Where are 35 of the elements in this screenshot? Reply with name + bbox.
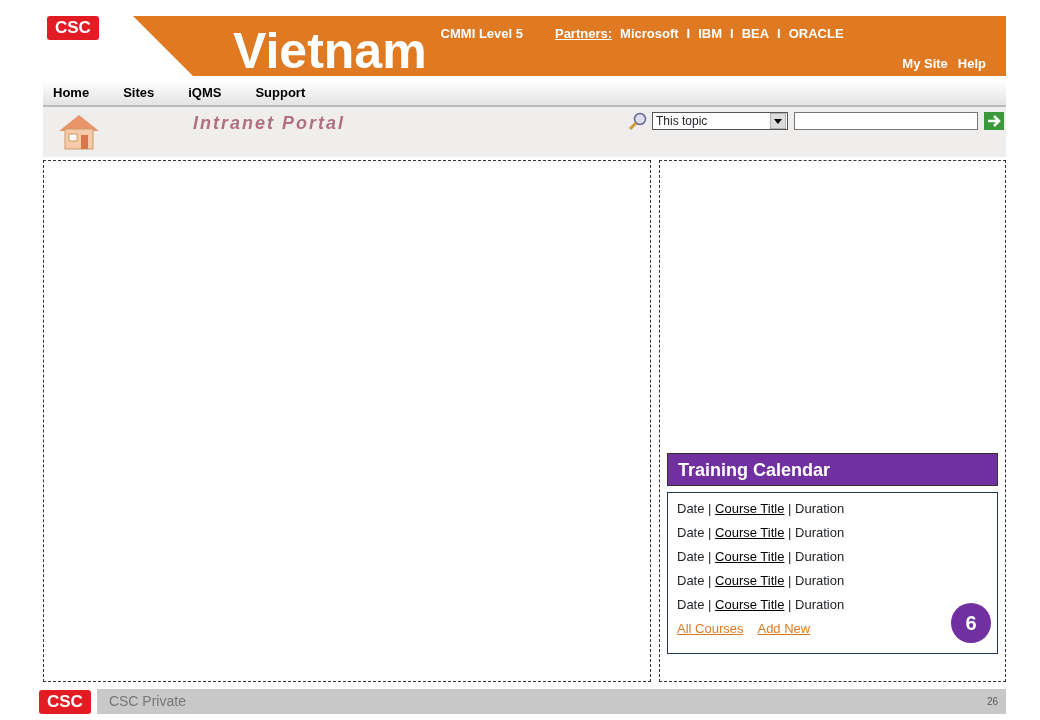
site-title: Vietnam: [233, 26, 427, 76]
go-arrow-icon[interactable]: [984, 112, 1004, 130]
partner-name: BEA: [741, 25, 770, 43]
search-icon[interactable]: [628, 111, 648, 131]
footer-label: CSC Private: [108, 692, 186, 711]
logo: CSC: [47, 16, 99, 40]
partner-name: ORACLE: [788, 25, 844, 43]
calendar-entry: Date | Course Title | Duration: [677, 572, 846, 590]
separator-text: I: [777, 25, 781, 43]
nav-link[interactable]: iQMS: [188, 83, 222, 103]
course-link[interactable]: Course Title: [715, 597, 785, 612]
partners-label: Partners:: [554, 25, 613, 43]
nav-link[interactable]: Home: [53, 83, 90, 103]
course-link[interactable]: Course Title: [715, 549, 785, 564]
partner-name: Microsoft: [620, 25, 679, 43]
caret-icon: [770, 113, 786, 129]
calendar-entry: Date | Course Title | Duration: [677, 548, 846, 566]
separator-text: I: [686, 25, 691, 43]
page-number: 26: [986, 695, 998, 709]
calendar-entry: Date | Course Title | Duration: [677, 524, 846, 542]
partner-name: IBM: [698, 25, 722, 43]
search-field[interactable]: [794, 112, 978, 130]
certification-text: CMMI Level 5: [440, 25, 523, 43]
course-link[interactable]: Course Title: [715, 501, 785, 516]
number-badge: 6: [951, 603, 991, 643]
calendar-title: Training Calendar: [667, 453, 998, 486]
scope-dropdown[interactable]: This topic: [652, 112, 788, 130]
course-link[interactable]: Course Title: [715, 525, 785, 540]
nav-link[interactable]: Support: [255, 83, 306, 103]
footer-logo: CSC: [39, 689, 91, 714]
calendar-entry: Date | Course Title | Duration: [677, 500, 846, 518]
course-link[interactable]: Course Title: [715, 573, 785, 588]
separator-text: I: [730, 25, 734, 43]
nav-link[interactable]: Sites: [123, 83, 155, 103]
portal-title: Intranet Portal: [193, 112, 346, 135]
